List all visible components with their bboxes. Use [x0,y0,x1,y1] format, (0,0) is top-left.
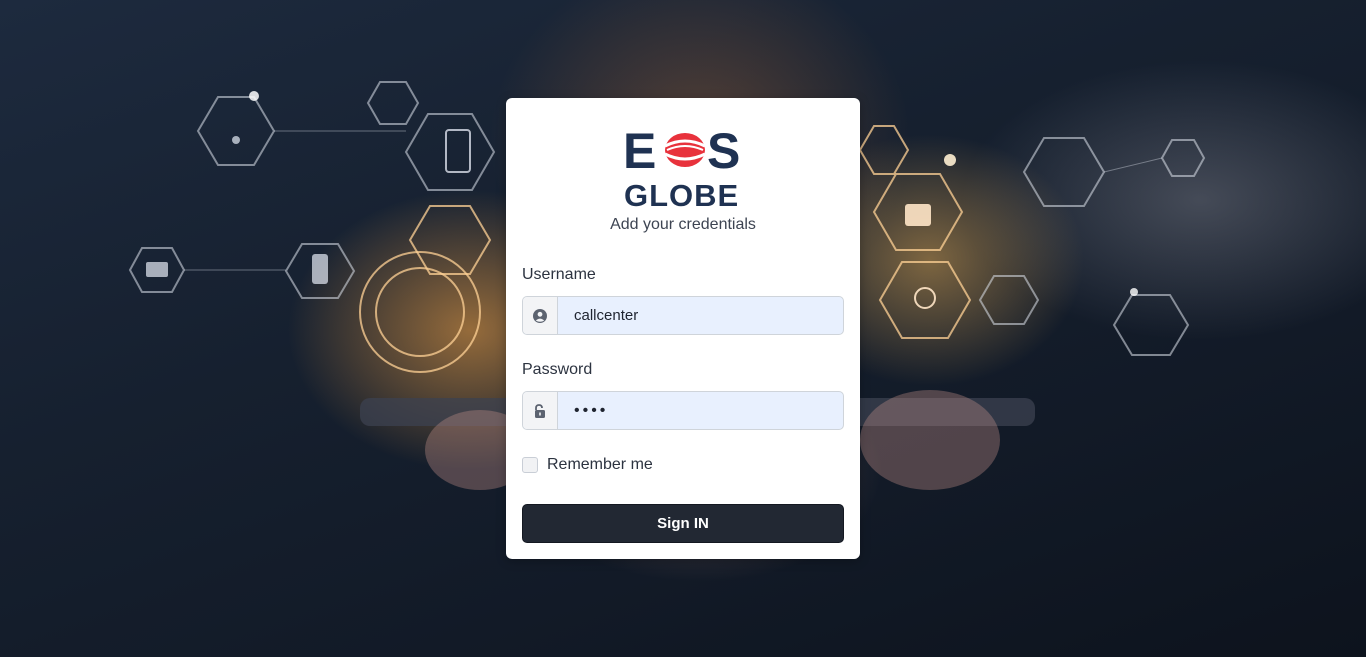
login-card: E S GLOBE Add your credentials Username … [506,98,860,559]
username-label: Username [522,266,596,283]
remember-me-checkbox[interactable] [522,457,538,473]
password-label: Password [522,361,593,378]
svg-text:E: E [623,124,656,179]
eos-globe-logo: E S GLOBE [623,123,747,213]
username-input[interactable]: callcenter [558,297,843,334]
remember-me[interactable]: Remember me [522,456,653,474]
username-field[interactable]: callcenter [522,296,844,335]
unlock-icon [523,392,558,429]
subtitle: Add your credentials [610,216,756,233]
sign-in-button[interactable]: Sign IN [522,504,844,543]
remember-me-label[interactable]: Remember me [547,456,653,474]
svg-text:GLOBE: GLOBE [624,178,739,208]
svg-text:S: S [707,124,740,179]
user-circle-icon [523,297,558,334]
password-field[interactable]: •••• [522,391,844,430]
password-input[interactable]: •••• [558,392,843,429]
